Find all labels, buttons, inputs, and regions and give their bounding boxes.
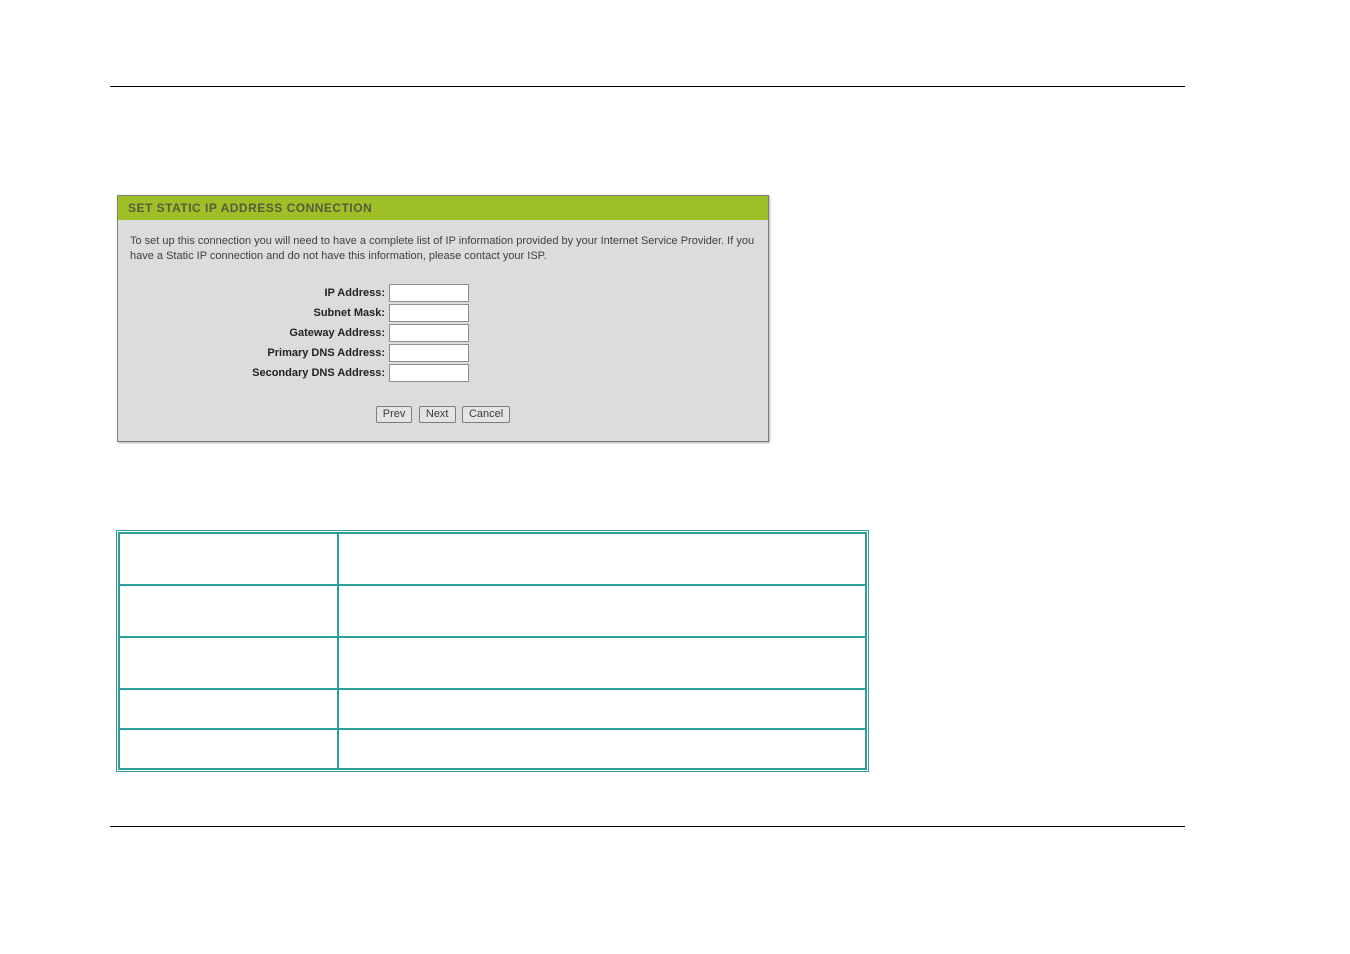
- gateway-input[interactable]: [389, 324, 469, 342]
- primary-dns-label: Primary DNS Address:: [130, 347, 389, 359]
- ip-address-label: IP Address:: [130, 287, 389, 299]
- table-cell: [119, 585, 338, 637]
- table-cell: [338, 689, 866, 729]
- table-cell: [338, 637, 866, 689]
- table-row: [119, 689, 866, 729]
- next-button[interactable]: Next: [419, 406, 456, 423]
- table-cell: [338, 585, 866, 637]
- table-cell: [338, 533, 866, 585]
- wizard-nav-buttons: Prev Next Cancel: [130, 404, 756, 423]
- table-cell: [119, 689, 338, 729]
- static-ip-panel: SET STATIC IP ADDRESS CONNECTION To set …: [117, 195, 769, 442]
- table-row: [119, 637, 866, 689]
- table-cell: [119, 729, 338, 769]
- table-cell: [119, 637, 338, 689]
- table-cell: [119, 533, 338, 585]
- top-rule: [110, 86, 1185, 87]
- field-ip-address: IP Address:: [130, 284, 756, 302]
- cancel-button[interactable]: Cancel: [462, 406, 510, 423]
- field-primary-dns: Primary DNS Address:: [130, 344, 756, 362]
- ip-address-input[interactable]: [389, 284, 469, 302]
- panel-body: To set up this connection you will need …: [118, 220, 768, 441]
- table-cell: [338, 729, 866, 769]
- field-subnet-mask: Subnet Mask:: [130, 304, 756, 322]
- secondary-dns-input[interactable]: [389, 364, 469, 382]
- secondary-dns-label: Secondary DNS Address:: [130, 367, 389, 379]
- subnet-mask-label: Subnet Mask:: [130, 307, 389, 319]
- subnet-mask-input[interactable]: [389, 304, 469, 322]
- prev-button[interactable]: Prev: [376, 406, 413, 423]
- table-row: [119, 729, 866, 769]
- table-row: [119, 533, 866, 585]
- primary-dns-input[interactable]: [389, 344, 469, 362]
- field-secondary-dns: Secondary DNS Address:: [130, 364, 756, 382]
- bottom-rule: [110, 826, 1185, 827]
- description-table: [116, 530, 869, 772]
- panel-description: To set up this connection you will need …: [130, 234, 756, 264]
- field-gateway: Gateway Address:: [130, 324, 756, 342]
- panel-title: SET STATIC IP ADDRESS CONNECTION: [118, 196, 768, 220]
- gateway-label: Gateway Address:: [130, 327, 389, 339]
- table-row: [119, 585, 866, 637]
